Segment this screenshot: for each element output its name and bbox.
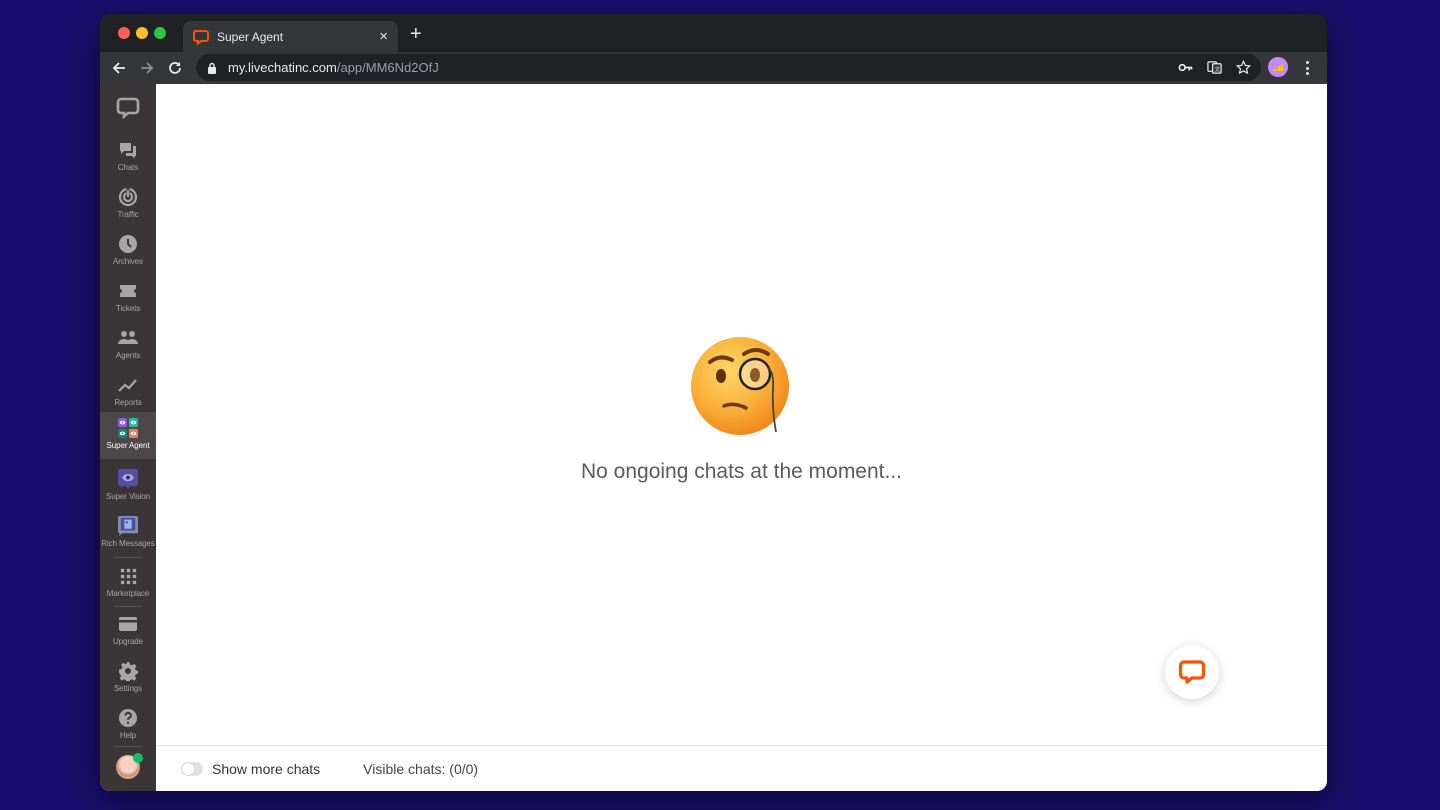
sidebar-label: Upgrade [113,637,143,646]
sidebar-label: Help [119,731,137,740]
grid-icon [118,566,138,586]
sidebar-item-super-vision[interactable]: Super Vision [100,463,156,509]
tab-close-button[interactable]: × [379,29,388,44]
browser-window: Super Agent × + my.livechatinc.com/app/M… [100,14,1327,791]
chats-icon [118,140,138,160]
empty-state-message: No ongoing chats at the moment... [580,460,903,483]
menu-dot [1305,66,1309,70]
ticket-icon [118,281,138,301]
url-path: /app/MM6Nd2OfJ [336,60,439,75]
visible-chats-count: Visible chats: (0/0) [363,760,479,777]
sidebar-divider [114,606,142,607]
lock-icon [208,62,216,74]
agents-icon [118,328,138,348]
sidebar-label: Super Vision [105,492,150,501]
sidebar-item-marketplace[interactable]: Marketplace [100,560,156,606]
forward-button[interactable] [133,54,161,82]
sidebar-item-traffic[interactable]: Traffic [100,181,156,227]
sidebar-item-upgrade[interactable]: Upgrade [100,608,156,654]
url-host: my.livechatinc.com [228,60,337,75]
sidebar-item-help[interactable]: Help [100,702,156,748]
livechat-logo-icon [1178,660,1206,684]
sidebar-item-super-agent[interactable]: Super Agent [100,412,156,459]
sidebar-label: Reports [114,398,142,407]
livechat-home-button[interactable] [100,96,156,124]
translate-icon[interactable]: 文 [1207,60,1222,75]
user-avatar[interactable] [116,753,143,779]
show-more-chats-label[interactable]: Show more chats [212,761,320,777]
menu-dot [1305,72,1309,75]
back-icon [112,62,125,74]
sidebar-item-reports[interactable]: Reports [100,369,156,415]
sidebar-label: Settings [113,684,143,693]
online-status-indicator [133,753,143,763]
sidebar: Chats Traffic Archives Tickets Agents Re… [100,84,156,791]
sidebar-label: Tickets [115,304,141,313]
chat-list-footer: Show more chats Visible chats: (0/0) [156,745,1327,791]
eye-icon [118,469,138,489]
tab-super-agent[interactable]: Super Agent × [183,21,398,52]
address-bar[interactable]: my.livechatinc.com/app/MM6Nd2OfJ 文 [196,54,1261,81]
tab-strip: Super Agent × + [100,14,1327,52]
sidebar-label: Rich Messages [101,539,155,548]
chart-line-icon [118,375,138,395]
traffic-icon [118,187,138,207]
svg-text:文: 文 [1215,65,1221,73]
reload-icon [169,62,181,74]
sidebar-item-settings[interactable]: Settings [100,655,156,701]
super-agent-icon [118,418,138,438]
maximize-window-button[interactable] [154,27,166,39]
sidebar-label: Super Agent [106,441,150,450]
sidebar-label: Marketplace [106,589,150,598]
browser-menu-button[interactable] [1300,58,1314,78]
sidebar-item-archives[interactable]: Archives [100,228,156,274]
new-tab-button[interactable]: + [410,24,422,44]
show-more-chats-toggle[interactable] [181,761,203,776]
face-with-monocle-icon [690,337,789,435]
help-icon [118,708,138,728]
reload-button[interactable] [161,54,189,82]
card-icon [118,614,138,634]
star-icon[interactable] [1236,60,1251,75]
minimize-window-button[interactable] [136,27,148,39]
sidebar-item-rich-messages[interactable]: Rich Messages [100,510,156,556]
livechat-logo-icon [116,97,140,120]
sidebar-label: Chats [117,163,139,172]
cheese-icon [1273,64,1283,71]
chat-widget-button[interactable] [1165,645,1219,699]
clock-icon [118,234,138,254]
sidebar-divider [114,557,142,558]
empty-state: No ongoing chats at the moment... [156,334,1327,484]
livechat-app: Chats Traffic Archives Tickets Agents Re… [100,84,1327,791]
menu-dot [1305,61,1309,64]
main-content: No ongoing chats at the moment... Show m… [156,84,1327,791]
sidebar-item-chats[interactable]: Chats [100,134,156,180]
tab-title: Super Agent [217,29,284,44]
sidebar-item-agents[interactable]: Agents [100,322,156,368]
key-icon[interactable] [1178,60,1193,75]
profile-avatar[interactable] [1268,57,1288,77]
sidebar-item-tickets[interactable]: Tickets [100,275,156,321]
sidebar-label: Traffic [117,210,139,219]
rich-messages-icon [118,516,138,536]
back-button[interactable] [105,54,133,82]
gear-icon [118,661,138,681]
forward-icon [141,62,154,74]
sidebar-label: Agents [115,351,141,360]
livechat-logo-icon [193,29,209,45]
close-window-button[interactable] [118,27,130,39]
sidebar-divider [114,746,142,747]
browser-toolbar: my.livechatinc.com/app/MM6Nd2OfJ 文 [100,52,1327,84]
sidebar-label: Archives [113,257,143,266]
